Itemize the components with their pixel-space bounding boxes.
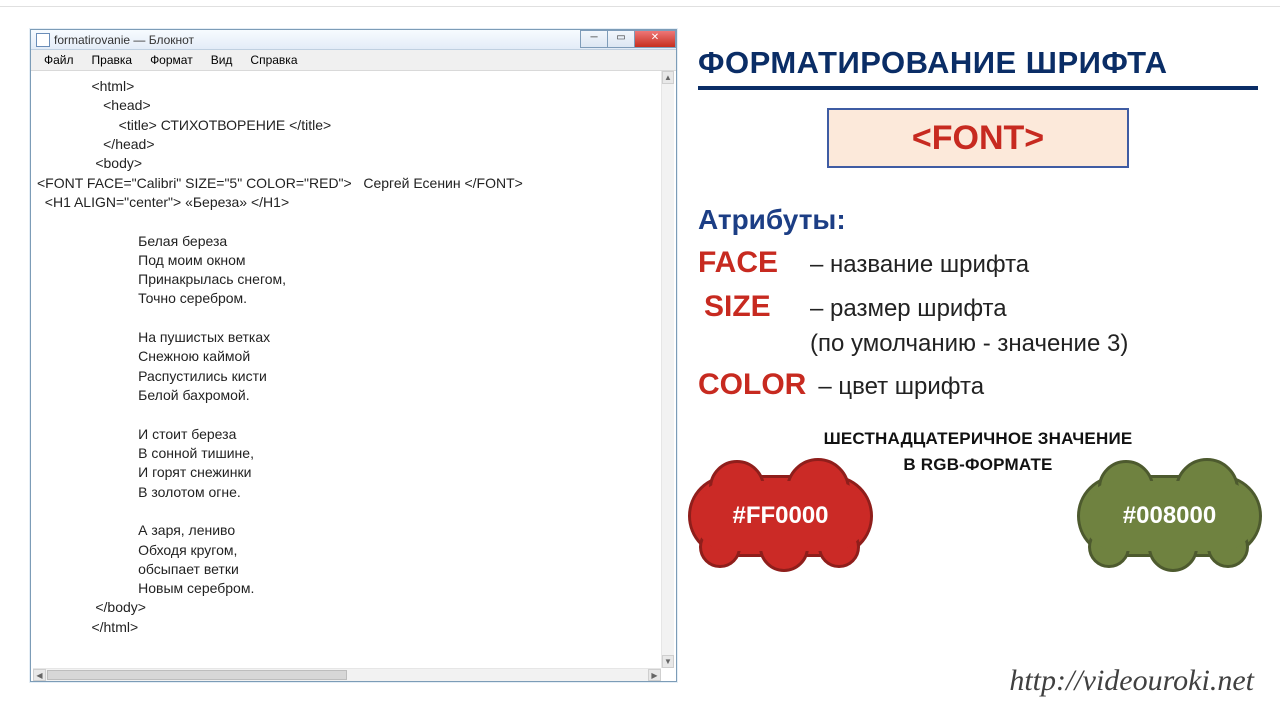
attr-color-kw: COLOR [698,368,806,402]
attributes-title: Атрибуты: [698,204,1258,236]
window-title: formatirovanie — Блокнот [54,33,194,47]
attr-face-desc: – название шрифта [810,251,1029,279]
window-titlebar[interactable]: formatirovanie — Блокнот ─ ▭ ✕ [31,30,676,50]
menu-view[interactable]: Вид [202,51,242,69]
lesson-panel: ФОРМАТИРОВАНИЕ ШРИФТА <FONT> Атрибуты: F… [698,45,1258,581]
scroll-up-button[interactable]: ▲ [662,71,674,84]
scroll-right-button[interactable]: ▶ [648,669,661,681]
editor-content[interactable]: <html> <head> <title> СТИХОТВОРЕНИЕ </ti… [33,71,661,643]
page-divider [0,6,1280,7]
attr-size-kw: SIZE [698,290,798,324]
red-hex: #FF0000 [732,502,828,530]
cloud-green: #008000 [1077,475,1262,557]
menu-help[interactable]: Справка [241,51,306,69]
hex-clouds: #FF0000 #008000 [698,481,1258,581]
notepad-window: formatirovanie — Блокнот ─ ▭ ✕ Файл Прав… [30,29,677,682]
attr-size-note: (по умолчанию - значение 3) [810,330,1258,358]
menubar: Файл Правка Формат Вид Справка [31,50,676,71]
green-hex: #008000 [1123,502,1216,530]
close-button[interactable]: ✕ [634,30,676,48]
scroll-thumb[interactable] [47,670,347,680]
attr-color-desc: – цвет шрифта [818,373,984,401]
menu-format[interactable]: Формат [141,51,202,69]
hex-title: ШЕСТНАДЦАТЕРИЧНОЕ ЗНАЧЕНИЕ В RGB-ФОРМАТЕ [698,426,1258,477]
cloud-red: #FF0000 [688,475,873,557]
attr-size-desc: – размер шрифта [810,295,1007,323]
editor-viewport[interactable]: <html> <head> <title> СТИХОТВОРЕНИЕ </ti… [33,71,661,668]
attr-size: SIZE – размер шрифта [698,290,1258,324]
menu-edit[interactable]: Правка [83,51,142,69]
lesson-heading: ФОРМАТИРОВАНИЕ ШРИФТА [698,45,1258,90]
horizontal-scrollbar[interactable]: ◀ ▶ [33,668,661,681]
document-icon [36,33,50,47]
attr-face: FACE – название шрифта [698,246,1258,280]
attr-color: COLOR – цвет шрифта [698,368,1258,402]
minimize-button[interactable]: ─ [580,30,608,48]
scroll-left-button[interactable]: ◀ [33,669,46,681]
vertical-scrollbar[interactable]: ▲ ▼ [661,71,674,668]
attr-face-kw: FACE [698,246,798,280]
scroll-down-button[interactable]: ▼ [662,655,674,668]
maximize-button[interactable]: ▭ [607,30,635,48]
site-url: http://videouroki.net [1009,664,1254,698]
font-tag-box: <FONT> [827,108,1129,168]
menu-file[interactable]: Файл [35,51,83,69]
